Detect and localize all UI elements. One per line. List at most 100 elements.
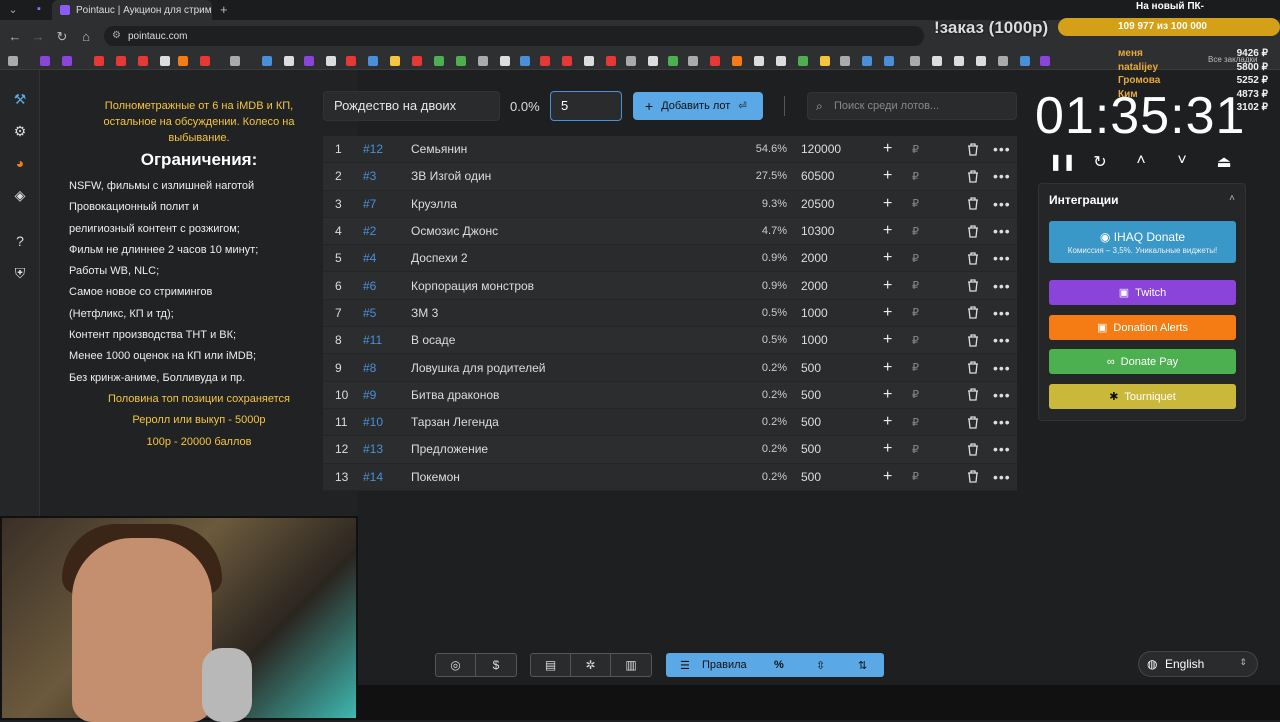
donate-pay-button[interactable]: ∞ Donate Pay [1049, 349, 1236, 374]
lot-name[interactable]: Семьянин [411, 142, 467, 156]
bookmark-icon[interactable] [540, 56, 550, 66]
lot-amount[interactable]: 1000 [801, 306, 828, 320]
add-amount-icon[interactable]: + [883, 140, 892, 158]
more-options-icon[interactable]: ••• [993, 141, 1011, 157]
bookmark-icon[interactable] [62, 56, 72, 66]
lot-name[interactable]: Корпорация монстров [411, 279, 534, 293]
lot-name[interactable]: ЗМ 3 [411, 306, 438, 320]
bookmark-icon[interactable] [932, 56, 942, 66]
lot-amount[interactable]: 2000 [801, 279, 828, 293]
twitch-button[interactable]: ▣ Twitch [1049, 280, 1236, 305]
more-options-icon[interactable]: ••• [993, 223, 1011, 239]
lot-name[interactable]: Доспехи 2 [411, 251, 468, 265]
trash-icon[interactable] [967, 388, 979, 401]
lot-name[interactable]: Осмозис Джонс [411, 224, 498, 238]
lot-amount[interactable]: 2000 [801, 251, 828, 265]
bookmark-icon[interactable] [434, 56, 444, 66]
bookmark-icon[interactable] [230, 56, 240, 66]
bookmark-icon[interactable] [732, 56, 742, 66]
chevron-down-icon[interactable]: ˅ [1172, 152, 1192, 170]
add-amount-icon[interactable]: + [883, 222, 892, 240]
bookmark-icon[interactable] [626, 56, 636, 66]
lot-name[interactable]: Круэлла [411, 197, 457, 211]
lot-amount[interactable]: 500 [801, 388, 821, 402]
lot-amount[interactable]: 60500 [801, 169, 834, 183]
add-lot-button[interactable]: + Добавить лот ⏎ [633, 92, 763, 120]
bookmark-icon[interactable] [954, 56, 964, 66]
lot-name[interactable]: ЗВ Изгой один [411, 169, 491, 183]
bookmark-icon[interactable] [776, 56, 786, 66]
add-amount-icon[interactable]: + [883, 386, 892, 404]
forward-icon[interactable]: → [31, 29, 45, 44]
bookmark-icon[interactable] [116, 56, 126, 66]
home-icon[interactable]: ⌂ [79, 29, 93, 44]
more-options-icon[interactable]: ••• [993, 360, 1011, 376]
lot-amount[interactable]: 500 [801, 361, 821, 375]
bookmark-icon[interactable] [798, 56, 808, 66]
github-icon[interactable]: ◎ [436, 654, 476, 676]
lot-amount[interactable]: 500 [801, 442, 821, 456]
bookmark-icon[interactable] [390, 56, 400, 66]
clear-icon[interactable]: ▥ [611, 654, 651, 676]
more-options-icon[interactable]: ••• [993, 305, 1011, 321]
lot-amount[interactable]: 20500 [801, 197, 834, 211]
bookmark-icon[interactable] [688, 56, 698, 66]
auction-hammer-icon[interactable]: ⚒ [11, 90, 29, 108]
add-amount-icon[interactable]: + [883, 167, 892, 185]
bookmark-icon[interactable] [456, 56, 466, 66]
bookmark-icon[interactable] [160, 56, 170, 66]
trash-icon[interactable] [967, 361, 979, 374]
add-amount-icon[interactable]: + [883, 195, 892, 213]
bookmark-icon[interactable] [862, 56, 872, 66]
lot-amount-input[interactable]: 5 [550, 91, 622, 121]
add-amount-icon[interactable]: + [883, 249, 892, 267]
add-amount-icon[interactable]: + [883, 468, 892, 486]
bookmark-icon[interactable] [500, 56, 510, 66]
list-icon[interactable]: ☰ [680, 659, 690, 672]
bookmark-icon[interactable] [346, 56, 356, 66]
trash-icon[interactable] [967, 197, 979, 210]
lot-amount[interactable]: 1000 [801, 333, 828, 347]
bookmark-icon[interactable] [668, 56, 678, 66]
bookmark-icon[interactable] [884, 56, 894, 66]
shield-icon[interactable]: ⛨ [11, 264, 29, 282]
bookmark-icon[interactable] [910, 56, 920, 66]
bookmark-icon[interactable] [478, 56, 488, 66]
more-options-icon[interactable]: ••• [993, 250, 1011, 266]
trash-icon[interactable] [967, 443, 979, 456]
pause-icon[interactable]: ❚❚ [1049, 152, 1076, 172]
site-info-icon[interactable]: ⚙ [112, 30, 121, 41]
bookmark-icon[interactable] [40, 56, 50, 66]
trash-icon[interactable] [967, 334, 979, 347]
bookmark-icon[interactable] [584, 56, 594, 66]
apps-icon[interactable] [8, 56, 18, 66]
tourniquet-button[interactable]: ✱ Tourniquet [1049, 384, 1236, 409]
percent-icon[interactable]: % [774, 659, 784, 671]
chevron-up-icon[interactable]: ˄ [1131, 152, 1151, 170]
ihaq-donate-button[interactable]: ◉ IHAQ Donate Комиссия – 3,5%. Уникальны… [1049, 221, 1236, 263]
add-amount-icon[interactable]: + [883, 440, 892, 458]
donation-alerts-button[interactable]: ▣ Donation Alerts [1049, 315, 1236, 340]
lot-amount[interactable]: 500 [801, 470, 821, 484]
add-amount-icon[interactable]: + [883, 331, 892, 349]
more-options-icon[interactable]: ••• [993, 278, 1011, 294]
bookmark-icon[interactable] [710, 56, 720, 66]
bug-icon[interactable]: ✲ [571, 654, 611, 676]
bookmark-icon[interactable] [326, 56, 336, 66]
back-icon[interactable]: ← [8, 29, 22, 44]
trash-icon[interactable] [967, 470, 979, 483]
split-icon[interactable]: ⇳ [816, 659, 825, 672]
sort-icon[interactable]: ⇅ [858, 659, 867, 672]
add-amount-icon[interactable]: + [883, 359, 892, 377]
bookmark-icon[interactable] [368, 56, 378, 66]
language-select[interactable]: ◍ English ⇕ [1138, 651, 1258, 677]
more-options-icon[interactable]: ••• [993, 168, 1011, 184]
bookmark-icon[interactable] [648, 56, 658, 66]
bookmark-icon[interactable] [284, 56, 294, 66]
tab-list-icon[interactable]: ⌄ [6, 3, 20, 17]
add-amount-icon[interactable]: + [883, 304, 892, 322]
collapse-chevron-icon[interactable]: ˄ [1229, 193, 1235, 204]
reset-icon[interactable]: ↻ [1090, 152, 1110, 172]
lot-name[interactable]: Ловушка для родителей [411, 361, 545, 375]
bookmark-icon[interactable] [754, 56, 764, 66]
